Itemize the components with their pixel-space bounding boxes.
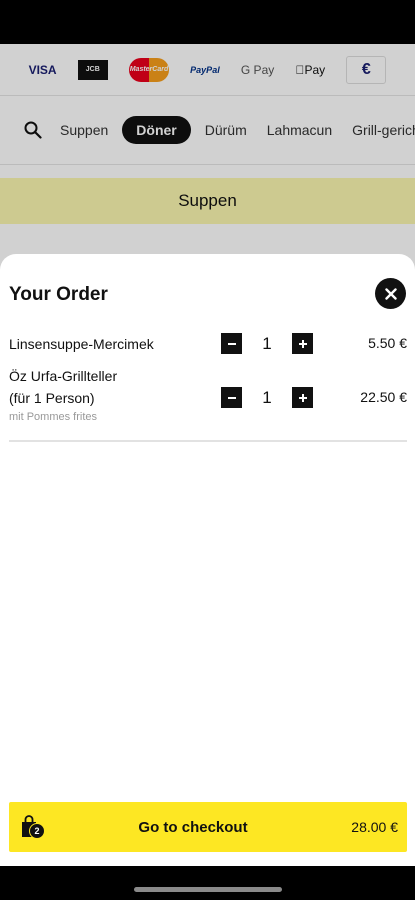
minus-icon xyxy=(227,342,236,345)
checkout-label: Go to checkout xyxy=(138,818,248,836)
close-button[interactable] xyxy=(375,278,406,309)
plus-icon xyxy=(298,393,307,402)
decrease-button[interactable] xyxy=(221,387,242,408)
close-icon xyxy=(384,287,397,300)
minus-icon xyxy=(227,396,236,399)
home-bar xyxy=(0,866,415,900)
divider xyxy=(9,440,407,442)
plus-icon xyxy=(298,339,307,348)
order-item: Linsensuppe-Mercimek 1 5.50 € xyxy=(9,333,407,355)
backdrop-overlay[interactable] xyxy=(0,44,415,274)
order-sheet: Your Order Linsensuppe-Mercimek 1 5.50 €… xyxy=(0,254,415,866)
home-indicator[interactable] xyxy=(134,887,282,892)
order-item-name: Öz Urfa-Grillteller xyxy=(9,368,118,384)
order-item: Öz Urfa-Grillteller (für 1 Person) mit P… xyxy=(9,365,407,431)
quantity-stepper: 1 xyxy=(221,333,313,354)
order-item-name-line2: (für 1 Person) xyxy=(9,390,95,406)
increase-button[interactable] xyxy=(292,333,313,354)
status-bar xyxy=(0,0,415,44)
order-item-note: mit Pommes frites xyxy=(9,411,98,423)
quantity-value: 1 xyxy=(262,333,272,353)
quantity-stepper: 1 xyxy=(221,387,313,408)
checkout-button[interactable]: 2 Go to checkout 28.00 € xyxy=(9,802,407,852)
order-title: Your Order xyxy=(9,284,108,305)
quantity-value: 1 xyxy=(262,387,272,407)
checkout-total: 28.00 € xyxy=(351,819,398,835)
order-item-price: 22.50 € xyxy=(360,389,407,405)
increase-button[interactable] xyxy=(292,387,313,408)
decrease-button[interactable] xyxy=(221,333,242,354)
order-item-name: Linsensuppe-Mercimek xyxy=(9,336,154,352)
order-item-price: 5.50 € xyxy=(368,335,407,351)
